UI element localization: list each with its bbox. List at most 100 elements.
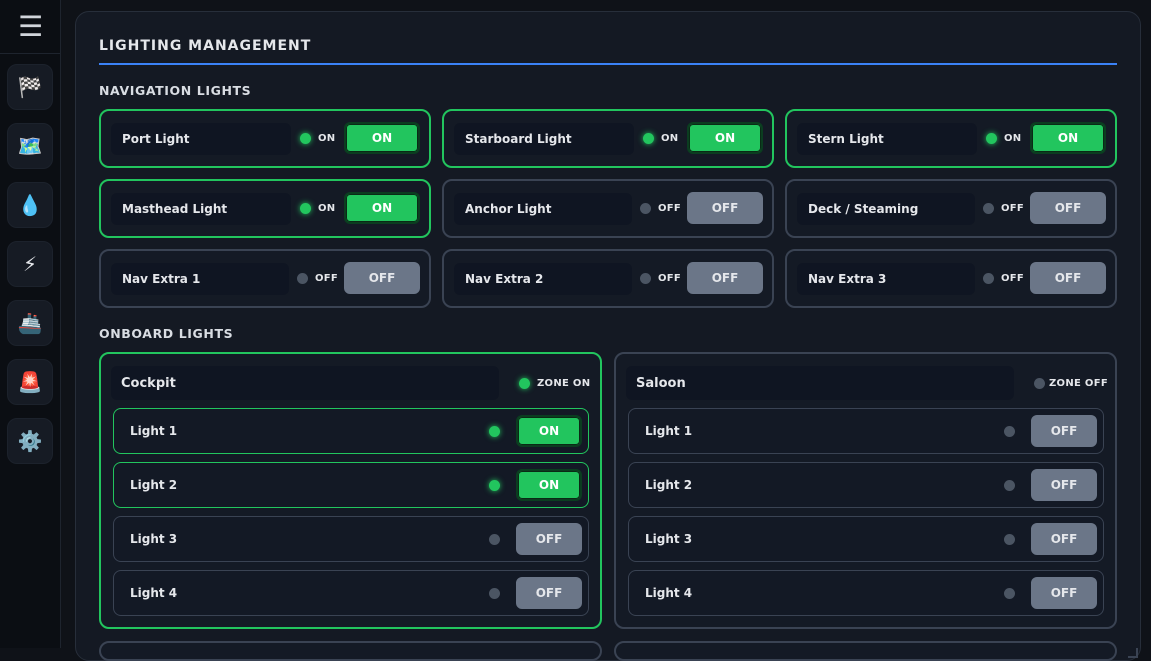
nav-light-label: Nav Extra 2 xyxy=(454,263,632,295)
nav-light-card: Deck / Steaming OFF OFF xyxy=(785,179,1117,238)
ship-icon: 🚢 xyxy=(17,311,43,335)
sidebar-item-lightning[interactable]: ⚡ xyxy=(7,241,53,287)
toggle-button[interactable]: ON xyxy=(687,122,763,154)
sidebar-item-water-drop[interactable]: 💧 xyxy=(7,182,53,228)
zone-light-label: Light 2 xyxy=(645,478,693,492)
light-toggle-button[interactable]: OFF xyxy=(516,523,582,555)
resize-handle[interactable] xyxy=(1128,648,1138,658)
zone-card xyxy=(614,641,1117,661)
toggle-button[interactable]: OFF xyxy=(687,192,763,224)
nav-light-card: Stern Light ON ON xyxy=(785,109,1117,168)
sidebar-item-ship[interactable]: 🚢 xyxy=(7,300,53,346)
zone-status-text: ZONE OFF xyxy=(1049,378,1108,389)
zone-status-text: ZONE ON xyxy=(537,378,591,389)
status-text: ON xyxy=(318,203,336,214)
zone-light-row: Light 1 OFF xyxy=(628,408,1104,454)
title-divider xyxy=(99,63,1117,65)
nav-light-label: Stern Light xyxy=(797,123,977,155)
light-toggle-button[interactable]: OFF xyxy=(1031,415,1097,447)
hamburger-icon: ☰ xyxy=(17,9,44,43)
water-drop-icon: 💧 xyxy=(17,193,43,217)
status-text: OFF xyxy=(658,273,682,284)
status-led-icon xyxy=(986,133,997,144)
status-led-icon xyxy=(640,273,651,284)
light-toggle-button[interactable]: OFF xyxy=(1031,577,1097,609)
zone-light-row: Light 3 OFF xyxy=(628,516,1104,562)
light-toggle-button[interactable]: OFF xyxy=(1031,523,1097,555)
nav-light-card: Nav Extra 1 OFF OFF xyxy=(99,249,431,308)
status-led-icon xyxy=(640,203,651,214)
toggle-button[interactable]: OFF xyxy=(344,262,420,294)
nav-light-card: Starboard Light ON ON xyxy=(442,109,774,168)
nav-light-card: Nav Extra 2 OFF OFF xyxy=(442,249,774,308)
status-text: ON xyxy=(661,133,679,144)
sidebar-item-race-flag[interactable]: 🏁 xyxy=(7,64,53,110)
light-status-led-icon xyxy=(1004,480,1015,491)
sidebar: ☰ 🏁 🗺️ 💧 ⚡ 🚢 🚨 ⚙️ xyxy=(0,0,61,648)
nav-light-card: Masthead Light ON ON xyxy=(99,179,431,238)
light-status-led-icon xyxy=(489,588,500,599)
status-text: ON xyxy=(318,133,336,144)
nav-light-label: Nav Extra 3 xyxy=(797,263,975,295)
toggle-button[interactable]: ON xyxy=(1030,122,1106,154)
sidebar-item-map[interactable]: 🗺️ xyxy=(7,123,53,169)
menu-button[interactable]: ☰ xyxy=(0,0,61,54)
page-title: LIGHTING MANAGEMENT xyxy=(99,38,312,54)
zone-light-row: Light 4 OFF xyxy=(628,570,1104,616)
nav-light-card: Anchor Light OFF OFF xyxy=(442,179,774,238)
sidebar-item-siren[interactable]: 🚨 xyxy=(7,359,53,405)
toggle-button[interactable]: OFF xyxy=(1030,262,1106,294)
lightning-icon: ⚡ xyxy=(22,252,38,276)
zone-light-label: Light 3 xyxy=(130,532,178,546)
zone-light-label: Light 2 xyxy=(130,478,178,492)
sidebar-item-gear[interactable]: ⚙️ xyxy=(7,418,53,464)
light-toggle-button[interactable]: ON xyxy=(516,415,582,447)
status-led-icon xyxy=(983,273,994,284)
nav-light-label: Masthead Light xyxy=(111,193,291,225)
status-led-icon xyxy=(300,133,311,144)
nav-light-card: Port Light ON ON xyxy=(99,109,431,168)
zone-name: Saloon xyxy=(626,366,1014,400)
zone-card-saloon: Saloon ZONE OFF Light 1 OFF Light 2 OFF Light … xyxy=(614,352,1117,629)
status-text: OFF xyxy=(315,273,339,284)
status-text: OFF xyxy=(1001,273,1025,284)
light-status-led-icon xyxy=(1004,534,1015,545)
zone-light-label: Light 3 xyxy=(645,532,693,546)
toggle-button[interactable]: OFF xyxy=(1030,192,1106,224)
nav-light-label: Deck / Steaming xyxy=(797,193,975,225)
zone-light-row: Light 3 OFF xyxy=(113,516,589,562)
zone-light-label: Light 4 xyxy=(645,586,693,600)
zone-status-led-icon xyxy=(1034,378,1045,389)
status-text: ON xyxy=(1004,133,1022,144)
zone-card-cockpit: Cockpit ZONE ON Light 1 ON Light 2 ON Light 3 O… xyxy=(99,352,602,629)
onboard-lights-heading: ONBOARD LIGHTS xyxy=(99,326,234,341)
light-status-led-icon xyxy=(489,534,500,545)
light-toggle-button[interactable]: OFF xyxy=(1031,469,1097,501)
map-icon: 🗺️ xyxy=(17,134,43,158)
light-toggle-button[interactable]: ON xyxy=(516,469,582,501)
zone-status-led-icon xyxy=(519,378,530,389)
status-led-icon xyxy=(297,273,308,284)
status-led-icon xyxy=(643,133,654,144)
zone-light-label: Light 4 xyxy=(130,586,178,600)
zone-light-row: Light 4 OFF xyxy=(113,570,589,616)
light-toggle-button[interactable]: OFF xyxy=(516,577,582,609)
navigation-lights-heading: NAVIGATION LIGHTS xyxy=(99,83,252,98)
gear-icon: ⚙️ xyxy=(17,429,43,453)
light-status-led-icon xyxy=(1004,588,1015,599)
toggle-button[interactable]: OFF xyxy=(687,262,763,294)
race-flag-icon: 🏁 xyxy=(17,75,43,99)
status-text: OFF xyxy=(658,203,682,214)
zone-light-label: Light 1 xyxy=(130,424,178,438)
toggle-button[interactable]: ON xyxy=(344,122,420,154)
zone-light-row: Light 1 ON xyxy=(113,408,589,454)
light-status-led-icon xyxy=(489,480,500,491)
zone-card xyxy=(99,641,602,661)
light-status-led-icon xyxy=(1004,426,1015,437)
light-status-led-icon xyxy=(489,426,500,437)
toggle-button[interactable]: ON xyxy=(344,192,420,224)
nav-light-card: Nav Extra 3 OFF OFF xyxy=(785,249,1117,308)
nav-light-label: Anchor Light xyxy=(454,193,632,225)
zone-name: Cockpit xyxy=(111,366,499,400)
nav-light-label: Port Light xyxy=(111,123,291,155)
